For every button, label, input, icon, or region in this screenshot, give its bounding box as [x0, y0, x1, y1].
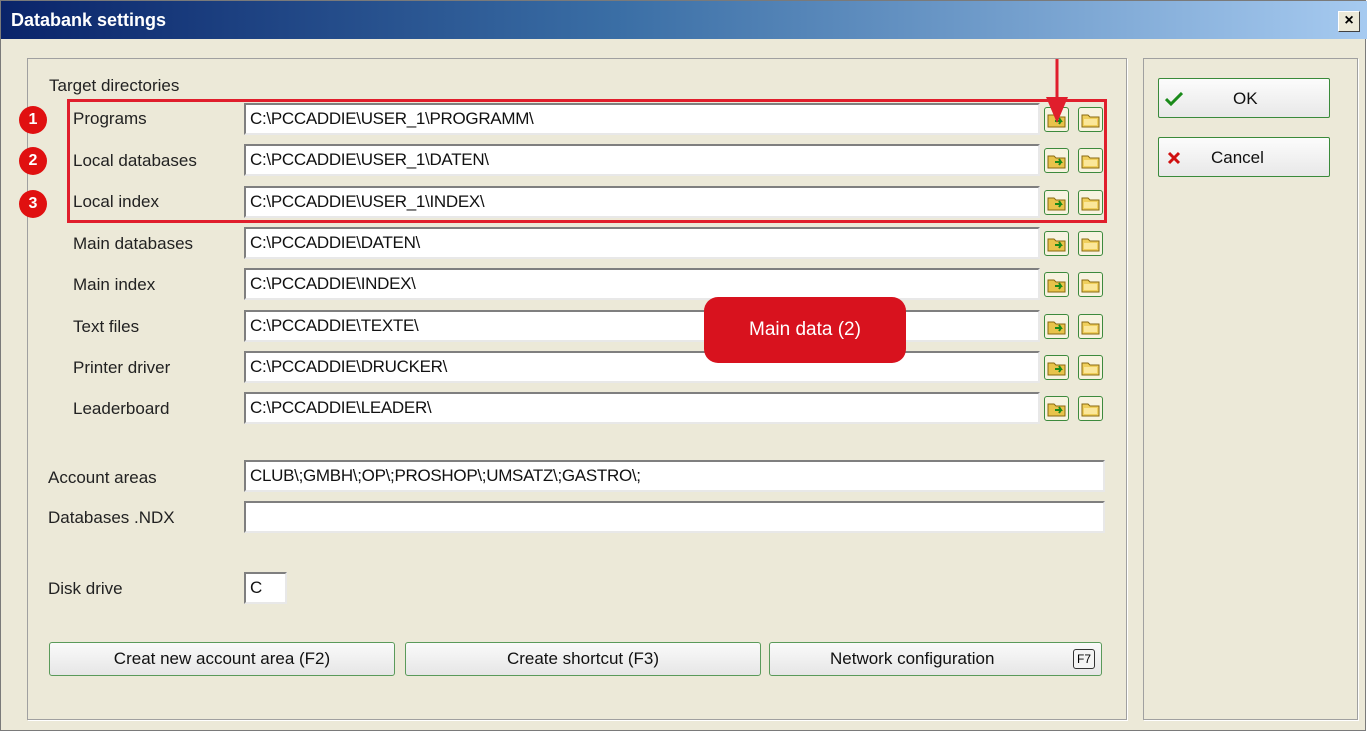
- folder-icon: [1081, 362, 1100, 376]
- title-bar: Databank settings ×: [1, 1, 1367, 39]
- open-folder-icon: [1047, 403, 1066, 417]
- folder-icon: [1081, 238, 1100, 252]
- annotation-callout: Main data (2): [704, 297, 906, 363]
- printer-driver-label: Printer driver: [73, 358, 171, 377]
- printer-driver-field[interactable]: C:\PCCADDIE\DRUCKER\: [244, 351, 1040, 383]
- browse-folder-button[interactable]: [1044, 314, 1069, 339]
- main-databases-label: Main databases: [73, 234, 194, 253]
- folder-button[interactable]: [1078, 355, 1103, 380]
- disk-drive-field[interactable]: C: [244, 572, 287, 604]
- cross-icon: [1167, 151, 1181, 165]
- main-index-field[interactable]: C:\PCCADDIE\INDEX\: [244, 268, 1040, 300]
- databases-ndx-label: Databases .NDX: [48, 508, 175, 527]
- create-shortcut-button[interactable]: Create shortcut (F3): [405, 642, 761, 676]
- open-folder-icon: [1047, 238, 1066, 252]
- account-areas-field[interactable]: CLUB\;GMBH\;OP\;PROSHOP\;UMSATZ\;GASTRO\…: [244, 460, 1105, 492]
- annotation-arrow-icon: [1046, 59, 1068, 123]
- disk-drive-label: Disk drive: [48, 579, 123, 598]
- leaderboard-field[interactable]: C:\PCCADDIE\LEADER\: [244, 392, 1040, 424]
- annotation-badge-3: 3: [19, 190, 47, 218]
- folder-button[interactable]: [1078, 396, 1103, 421]
- f7-key-badge: F7: [1073, 649, 1095, 669]
- folder-button[interactable]: [1078, 231, 1103, 256]
- annotation-badge-2: 2: [19, 147, 47, 175]
- annotation-highlight-box: [67, 99, 1107, 223]
- dialog-window: Databank settings × Target directories P…: [0, 0, 1367, 731]
- browse-folder-button[interactable]: [1044, 272, 1069, 297]
- close-button[interactable]: ×: [1338, 11, 1360, 32]
- browse-folder-button[interactable]: [1044, 231, 1069, 256]
- browse-folder-button[interactable]: [1044, 355, 1069, 380]
- open-folder-icon: [1047, 362, 1066, 376]
- folder-icon: [1081, 403, 1100, 417]
- main-index-label: Main index: [73, 275, 156, 294]
- folder-icon: [1081, 279, 1100, 293]
- databases-ndx-field[interactable]: [244, 501, 1105, 533]
- text-files-field[interactable]: C:\PCCADDIE\TEXTE\: [244, 310, 1040, 342]
- cancel-button[interactable]: Cancel: [1158, 137, 1330, 177]
- ok-button[interactable]: OK: [1158, 78, 1330, 118]
- folder-icon: [1081, 321, 1100, 335]
- browse-folder-button[interactable]: [1044, 396, 1069, 421]
- window-title: Databank settings: [11, 10, 167, 30]
- main-databases-field[interactable]: C:\PCCADDIE\DATEN\: [244, 227, 1040, 259]
- annotation-badge-1: 1: [19, 106, 47, 134]
- folder-button[interactable]: [1078, 314, 1103, 339]
- account-areas-label: Account areas: [48, 468, 157, 487]
- open-folder-icon: [1047, 321, 1066, 335]
- folder-button[interactable]: [1078, 272, 1103, 297]
- network-configuration-button[interactable]: Network configuration: [769, 642, 1102, 676]
- open-folder-icon: [1047, 279, 1066, 293]
- text-files-label: Text files: [73, 317, 140, 336]
- checkmark-icon: [1165, 92, 1183, 106]
- create-account-area-button[interactable]: Creat new account area (F2): [49, 642, 395, 676]
- group-label: Target directories: [49, 76, 180, 96]
- cancel-label: Cancel: [1211, 148, 1264, 167]
- ok-label: OK: [1233, 89, 1258, 108]
- leaderboard-label: Leaderboard: [73, 399, 170, 418]
- network-configuration-label: Network configuration: [830, 649, 995, 668]
